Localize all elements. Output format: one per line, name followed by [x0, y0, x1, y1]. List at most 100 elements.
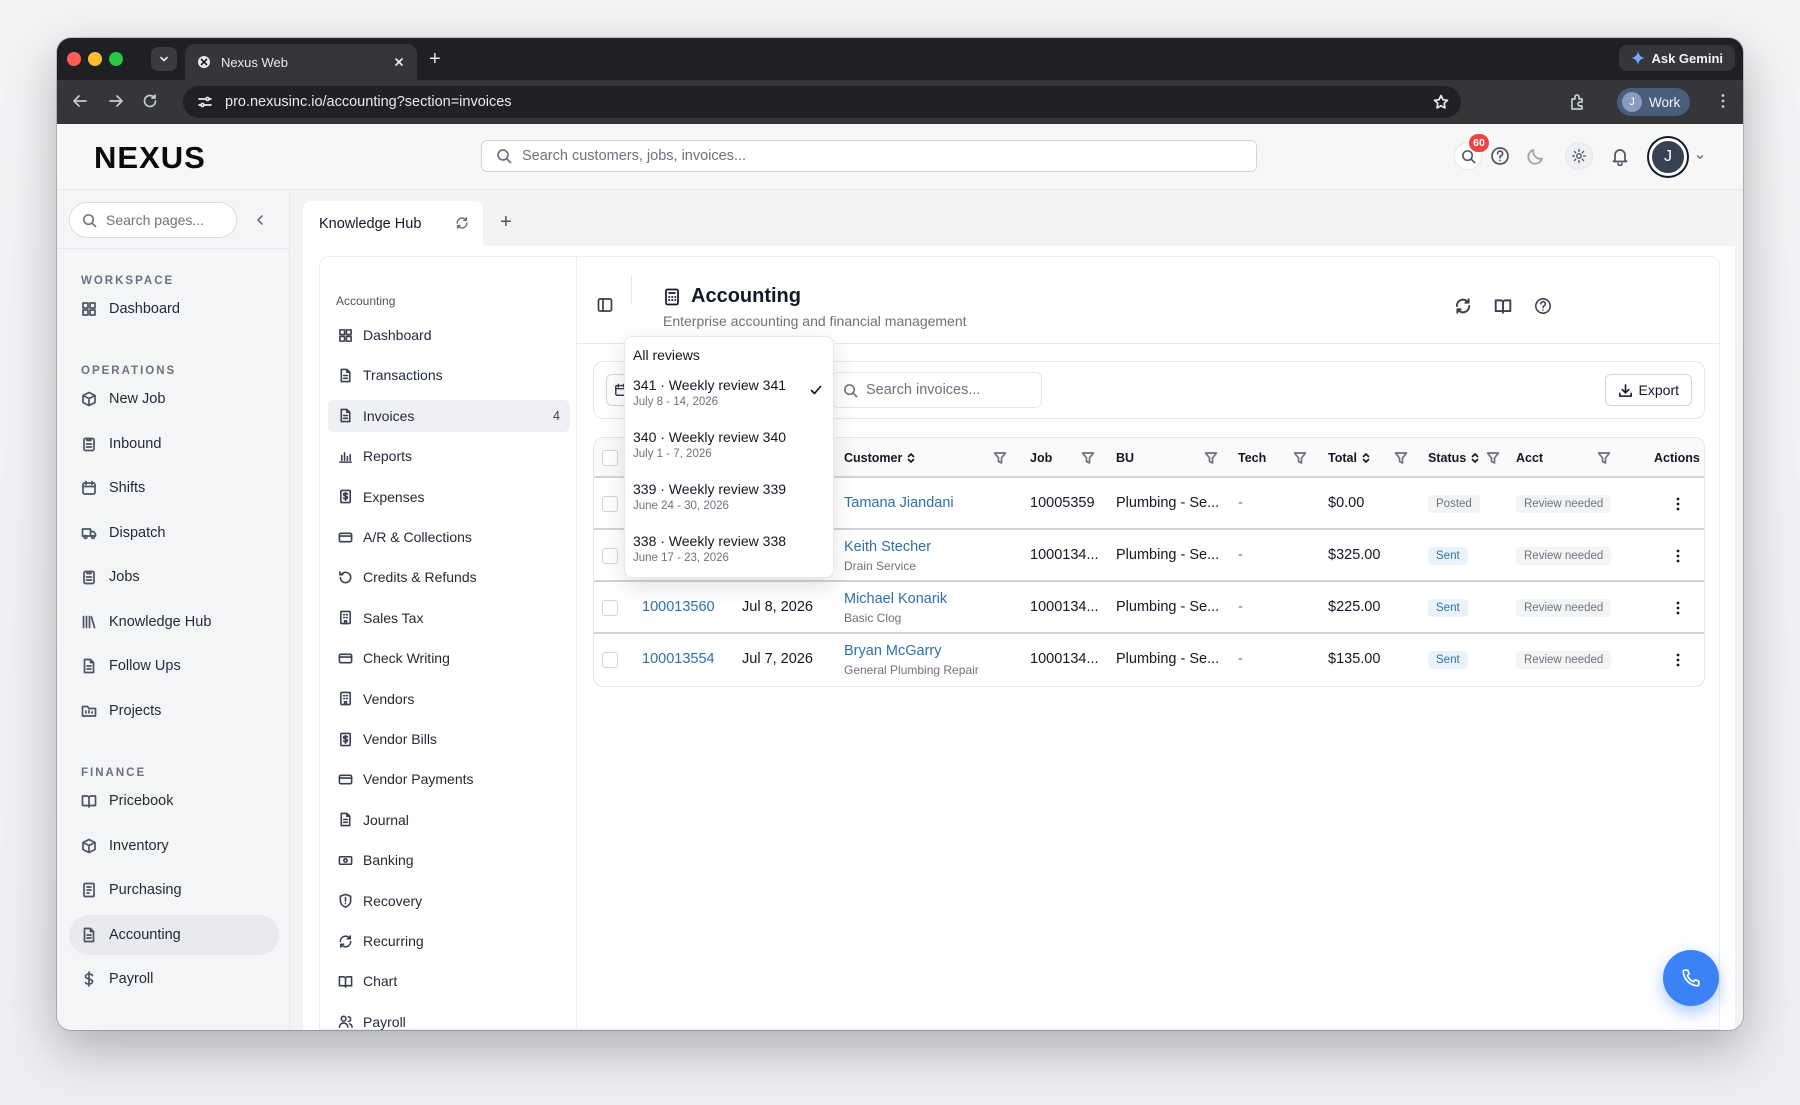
- page-search-input[interactable]: Search pages...: [69, 202, 237, 238]
- subnav-item-credits-refunds[interactable]: Credits & Refunds: [328, 561, 570, 593]
- column-header-job[interactable]: Job: [1030, 451, 1052, 465]
- back-arrow-icon[interactable]: [71, 92, 89, 110]
- book-icon[interactable]: [1494, 297, 1512, 315]
- subnav-item-payroll[interactable]: Payroll: [328, 1006, 570, 1030]
- row-actions-icon[interactable]: [1670, 652, 1686, 668]
- sidebar-item-payroll[interactable]: Payroll: [69, 959, 279, 999]
- row-actions-icon[interactable]: [1670, 496, 1686, 512]
- sidebar-item-knowledge-hub[interactable]: Knowledge Hub: [69, 602, 279, 642]
- row-checkbox[interactable]: [602, 548, 618, 564]
- sidebar-item-accounting[interactable]: Accounting: [69, 915, 279, 955]
- chevron-down-icon[interactable]: [1695, 152, 1705, 162]
- extensions-icon[interactable]: [1569, 93, 1587, 111]
- column-header-total[interactable]: Total: [1328, 451, 1371, 465]
- address-bar[interactable]: pro.nexusinc.io/accounting?section=invoi…: [183, 86, 1461, 118]
- filter-icon[interactable]: [1486, 451, 1500, 465]
- select-all-checkbox[interactable]: [602, 450, 618, 466]
- column-header-tech[interactable]: Tech: [1238, 451, 1266, 465]
- sidebar-item-dispatch[interactable]: Dispatch: [69, 513, 279, 553]
- filter-icon[interactable]: [1081, 451, 1095, 465]
- dropdown-item-all-reviews[interactable]: All reviews: [633, 347, 700, 363]
- help-icon[interactable]: [1534, 297, 1552, 315]
- sidebar-item-inventory[interactable]: Inventory: [69, 826, 279, 866]
- subnav-item-check-writing[interactable]: Check Writing: [328, 642, 570, 674]
- sidebar-item-jobs[interactable]: Jobs: [69, 557, 279, 597]
- subnav-item-banking[interactable]: Banking: [328, 844, 570, 876]
- subnav-item-invoices[interactable]: Invoices 4: [328, 399, 570, 432]
- collapse-sidebar-icon[interactable]: [253, 213, 267, 227]
- refresh-icon[interactable]: [455, 216, 469, 230]
- subnav-item-recurring[interactable]: Recurring: [328, 925, 570, 957]
- filter-icon[interactable]: [993, 451, 1007, 465]
- subnav-item-reports[interactable]: Reports: [328, 440, 570, 472]
- sidebar-item-projects[interactable]: Projects: [69, 691, 279, 731]
- maximize-window-button[interactable]: [109, 52, 123, 66]
- panel-toggle-icon[interactable]: [597, 297, 613, 313]
- row-checkbox[interactable]: [602, 600, 618, 616]
- subnav-item-dashboard[interactable]: Dashboard: [328, 319, 570, 351]
- customer-link[interactable]: Tamana Jiandani: [844, 495, 954, 511]
- call-button[interactable]: [1663, 950, 1719, 1006]
- bookmark-star-icon[interactable]: [1433, 94, 1449, 110]
- invoice-search-input[interactable]: Search invoices...: [832, 372, 1042, 408]
- dropdown-item-review-340[interactable]: 340 · Weekly review 340 July 1 - 7, 2026: [633, 429, 827, 475]
- invoice-number-link[interactable]: 100013554: [642, 651, 715, 667]
- browser-menu-icon[interactable]: [1714, 92, 1732, 110]
- table-row[interactable]: 100013554 Jul 7, 2026 Bryan McGarry Gene…: [594, 634, 1704, 686]
- invoice-number-link[interactable]: 100013560: [642, 599, 715, 615]
- bell-icon[interactable]: [1610, 146, 1630, 166]
- minimize-window-button[interactable]: [88, 52, 102, 66]
- global-search-input[interactable]: Search customers, jobs, invoices...: [481, 140, 1257, 172]
- filter-icon[interactable]: [1293, 451, 1307, 465]
- subnav-item-vendors[interactable]: Vendors: [328, 683, 570, 715]
- subnav-item-transactions[interactable]: Transactions: [328, 359, 570, 391]
- nexus-logo[interactable]: NEXUS: [94, 142, 284, 172]
- subnav-item-sales-tax[interactable]: Sales Tax: [328, 602, 570, 634]
- tab-knowledge-hub[interactable]: Knowledge Hub: [303, 201, 483, 246]
- customer-link[interactable]: Michael Konarik: [844, 591, 947, 607]
- browser-tab[interactable]: Nexus Web: [185, 44, 417, 80]
- filter-icon[interactable]: [1597, 451, 1611, 465]
- sidebar-item-purchasing[interactable]: Purchasing: [69, 870, 279, 910]
- settings-button[interactable]: [1565, 142, 1593, 170]
- subnav-item-a-r-collections[interactable]: A/R & Collections: [328, 521, 570, 553]
- help-icon[interactable]: [1490, 146, 1510, 166]
- subnav-item-vendor-payments[interactable]: Vendor Payments: [328, 763, 570, 795]
- close-window-button[interactable]: [67, 52, 81, 66]
- customer-link[interactable]: Keith Stecher: [844, 539, 931, 555]
- sidebar-item-new-job[interactable]: New Job: [69, 379, 279, 419]
- filter-icon[interactable]: [1394, 451, 1408, 465]
- column-header-customer[interactable]: Customer: [844, 451, 916, 465]
- subnav-item-chart[interactable]: Chart: [328, 965, 570, 997]
- user-avatar[interactable]: J: [1649, 138, 1687, 176]
- dropdown-item-review-341[interactable]: 341 · Weekly review 341 July 8 - 14, 202…: [633, 377, 827, 423]
- sidebar-item-dashboard[interactable]: Dashboard: [69, 289, 279, 329]
- ask-gemini-button[interactable]: Ask Gemini: [1619, 45, 1735, 71]
- refresh-icon[interactable]: [1454, 297, 1472, 315]
- row-checkbox[interactable]: [602, 496, 618, 512]
- forward-arrow-icon[interactable]: [107, 92, 125, 110]
- dropdown-item-review-338[interactable]: 338 · Weekly review 338 June 17 - 23, 20…: [633, 533, 827, 579]
- sidebar-item-pricebook[interactable]: Pricebook: [69, 781, 279, 821]
- subnav-item-vendor-bills[interactable]: Vendor Bills: [328, 723, 570, 755]
- column-header-status[interactable]: Status: [1428, 451, 1480, 465]
- column-header-acct[interactable]: Acct: [1516, 451, 1543, 465]
- row-actions-icon[interactable]: [1670, 600, 1686, 616]
- new-tab-button[interactable]: +: [429, 48, 441, 70]
- dark-mode-icon[interactable]: [1526, 146, 1546, 166]
- tab-search-button[interactable]: [151, 47, 177, 71]
- customer-link[interactable]: Bryan McGarry: [844, 643, 942, 659]
- subnav-item-journal[interactable]: Journal: [328, 804, 570, 836]
- close-tab-icon[interactable]: [393, 56, 405, 68]
- subnav-item-expenses[interactable]: Expenses: [328, 481, 570, 513]
- subnav-item-recovery[interactable]: Recovery: [328, 885, 570, 917]
- table-row[interactable]: 100013560 Jul 8, 2026 Michael Konarik Ba…: [594, 582, 1704, 634]
- reload-icon[interactable]: [141, 92, 159, 110]
- profile-button[interactable]: J Work: [1617, 88, 1691, 116]
- sidebar-item-follow-ups[interactable]: Follow Ups: [69, 646, 279, 686]
- row-actions-icon[interactable]: [1670, 548, 1686, 564]
- sidebar-item-inbound[interactable]: Inbound: [69, 424, 279, 464]
- filter-icon[interactable]: [1204, 451, 1218, 465]
- column-header-bu[interactable]: BU: [1116, 451, 1134, 465]
- sidebar-item-shifts[interactable]: Shifts: [69, 468, 279, 508]
